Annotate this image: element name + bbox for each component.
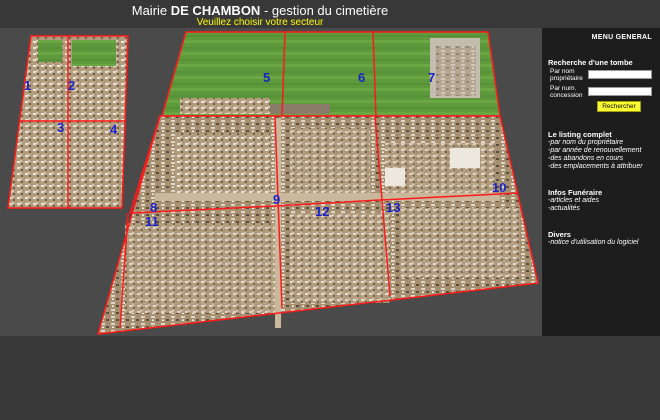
sector-6-link[interactable]: 6 bbox=[358, 70, 365, 85]
owner-label: Par nom propriétaire bbox=[550, 68, 583, 82]
sector-2-link[interactable]: 2 bbox=[68, 78, 75, 93]
divers-heading: Divers bbox=[548, 230, 571, 239]
listing-by-owner-link[interactable]: -par nom du propriétaire bbox=[548, 139, 623, 146]
user-guide-link[interactable]: -notice d'utilisation du logiciel bbox=[548, 239, 638, 246]
sector-3-link[interactable]: 3 bbox=[57, 120, 64, 135]
page-footer-area bbox=[0, 336, 660, 420]
main-cemetery-area bbox=[98, 116, 538, 334]
sector-5-link[interactable]: 5 bbox=[263, 70, 270, 85]
listing-free-plots-link[interactable]: -des emplacements à attribuer bbox=[548, 163, 643, 170]
menu-title: MENU GENERAL bbox=[591, 34, 652, 41]
cemetery-aerial-view: 1 2 3 4 5 6 7 8 9 10 11 12 13 bbox=[7, 31, 539, 335]
green-field-area bbox=[162, 32, 500, 116]
sector-9-link[interactable]: 9 bbox=[273, 192, 280, 207]
sidebar: MENU GENERAL Recherche d'une tombe Par n… bbox=[542, 28, 660, 336]
sector-4-link[interactable]: 4 bbox=[110, 122, 118, 137]
page-header: Mairie DE CHAMBON - gestion du cimetière… bbox=[0, 0, 660, 28]
sector-12-link[interactable]: 12 bbox=[315, 204, 329, 219]
concession-label: Par num. concession bbox=[550, 85, 583, 99]
infos-heading: Infos Funéraire bbox=[548, 188, 603, 197]
page-subtitle: Veuillez choisir votre secteur bbox=[196, 17, 324, 28]
page-title: Mairie DE CHAMBON - gestion du cimetière bbox=[131, 3, 389, 18]
sector-13-link[interactable]: 13 bbox=[386, 200, 400, 215]
listing-abandons-link[interactable]: -des abandons en cours bbox=[548, 155, 623, 162]
listing-heading: Le listing complet bbox=[548, 130, 612, 139]
listing-by-year-link[interactable]: -par année de renouvellement bbox=[548, 147, 641, 154]
sector-11-link[interactable]: 11 bbox=[145, 214, 159, 229]
concession-number-input[interactable] bbox=[588, 87, 652, 96]
sector-10-link[interactable]: 10 bbox=[492, 180, 506, 195]
owner-name-input[interactable] bbox=[588, 70, 652, 79]
sector-7-link[interactable]: 7 bbox=[428, 70, 435, 85]
articles-link[interactable]: -articles et aides bbox=[548, 197, 599, 204]
sector-8-link[interactable]: 8 bbox=[150, 200, 157, 215]
news-link[interactable]: -actualités bbox=[548, 205, 580, 212]
search-button[interactable]: Rechercher bbox=[597, 101, 641, 112]
search-heading: Recherche d'une tombe bbox=[548, 58, 633, 67]
cemetery-map: 1 2 3 4 5 6 7 8 9 10 11 12 13 bbox=[0, 28, 542, 336]
sector-1-link[interactable]: 1 bbox=[24, 78, 31, 93]
